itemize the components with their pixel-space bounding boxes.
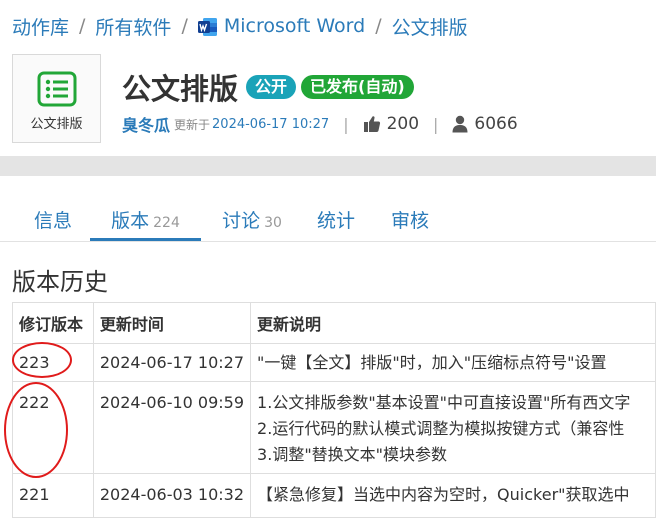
column-header-notes: 更新说明 xyxy=(250,302,656,344)
version-history-table: 修订版本 更新时间 更新说明 223 2024-06-17 10:27 "一键【… xyxy=(12,302,656,518)
user-icon xyxy=(452,115,468,133)
page-title: 公文排版 xyxy=(122,72,239,106)
tab-versions[interactable]: 版本 224 xyxy=(90,200,201,241)
list-icon xyxy=(37,71,77,107)
annotation-circle xyxy=(12,342,72,378)
user-count: 6066 xyxy=(474,114,518,134)
table-header-row: 修订版本 更新时间 更新说明 xyxy=(12,302,656,344)
notes-line: 2.运行代码的默认模式调整为模拟按键方式（兼容性 xyxy=(257,419,625,438)
version-cell: 221 xyxy=(12,473,94,518)
meta-divider: | xyxy=(433,114,439,134)
tab-label: 统计 xyxy=(316,210,355,232)
notes-line: 3.调整"替换文本"模块参数 xyxy=(257,445,448,464)
title-row: 公文排版 公开 已发布(自动) xyxy=(122,66,419,108)
table-row: 223 2024-06-17 10:27 "一键【全文】排版"时，加入"压缩标点… xyxy=(12,343,656,382)
time-cell: 2024-06-03 10:32 xyxy=(92,473,252,518)
like-stat[interactable]: 200 xyxy=(363,114,419,134)
meta-row: 臭冬瓜 更新于 2024-06-17 10:27 | 200 | 6066 xyxy=(122,112,518,136)
annotation-circle xyxy=(4,382,68,478)
tab-discussion[interactable]: 讨论 30 xyxy=(215,200,289,241)
author-link[interactable]: 臭冬瓜 xyxy=(122,112,170,136)
word-icon xyxy=(197,17,218,37)
breadcrumb-separator: / xyxy=(375,15,382,37)
notes-line: 【紧急修复】当选中内容为空时，Quicker"获取选中 xyxy=(257,485,630,504)
user-stat: 6066 xyxy=(452,114,518,134)
tab-label: 审核 xyxy=(390,210,429,232)
tab-stats[interactable]: 统计 xyxy=(311,200,361,241)
tab-label: 版本 xyxy=(111,210,150,232)
time-cell: 2024-06-10 09:59 xyxy=(92,381,252,474)
tab-review[interactable]: 审核 xyxy=(385,200,435,241)
column-header-time: 更新时间 xyxy=(92,302,252,344)
table-row: 221 2024-06-03 10:32 【紧急修复】当选中内容为空时，Quic… xyxy=(12,473,656,518)
tab-label: 讨论 xyxy=(222,210,261,232)
section-title: 版本历史 xyxy=(12,268,108,296)
tab-info[interactable]: 信息 xyxy=(20,200,86,241)
breadcrumb-item-microsoft-word[interactable]: Microsoft Word xyxy=(224,15,365,37)
notes-line: "一键【全文】排版"时，加入"压缩标点符号"设置 xyxy=(257,353,607,372)
meta-divider: | xyxy=(343,114,349,134)
published-badge: 已发布(自动) xyxy=(301,75,414,99)
breadcrumb-separator: / xyxy=(181,15,188,37)
like-count: 200 xyxy=(386,114,420,134)
notes-line: 1.公文排版参数"基本设置"中可直接设置"所有西文字 xyxy=(257,393,631,412)
action-icon-card: 公文排版 xyxy=(12,54,101,143)
tab-bar: 信息 版本 224 讨论 30 统计 审核 xyxy=(0,200,656,242)
breadcrumb-item-action-library[interactable]: 动作库 xyxy=(12,13,69,40)
updated-label: 更新于 xyxy=(174,117,211,132)
breadcrumb: 动作库 / 所有软件 / Microsoft Word / 公文排版 xyxy=(12,12,468,40)
public-badge: 公开 xyxy=(246,75,297,99)
updated-date: 2024-06-17 10:27 xyxy=(212,116,330,132)
tab-count: 30 xyxy=(264,215,282,231)
tab-count: 224 xyxy=(153,215,180,231)
notes-cell: 【紧急修复】当选中内容为空时，Quicker"获取选中 xyxy=(250,473,656,518)
breadcrumb-item-current[interactable]: 公文排版 xyxy=(392,13,468,40)
header-divider-band xyxy=(0,156,656,176)
table-row: 222 2024-06-10 09:59 1.公文排版参数"基本设置"中可直接设… xyxy=(12,381,656,474)
column-header-version: 修订版本 xyxy=(12,302,94,344)
action-icon-caption: 公文排版 xyxy=(30,117,83,132)
thumbs-up-icon xyxy=(363,116,380,132)
tab-label: 信息 xyxy=(33,210,72,232)
time-cell: 2024-06-17 10:27 xyxy=(92,343,252,382)
breadcrumb-item-all-software[interactable]: 所有软件 xyxy=(95,13,171,40)
breadcrumb-separator: / xyxy=(79,15,86,37)
notes-cell: 1.公文排版参数"基本设置"中可直接设置"所有西文字 2.运行代码的默认模式调整… xyxy=(250,381,656,474)
notes-cell: "一键【全文】排版"时，加入"压缩标点符号"设置 xyxy=(250,343,656,382)
